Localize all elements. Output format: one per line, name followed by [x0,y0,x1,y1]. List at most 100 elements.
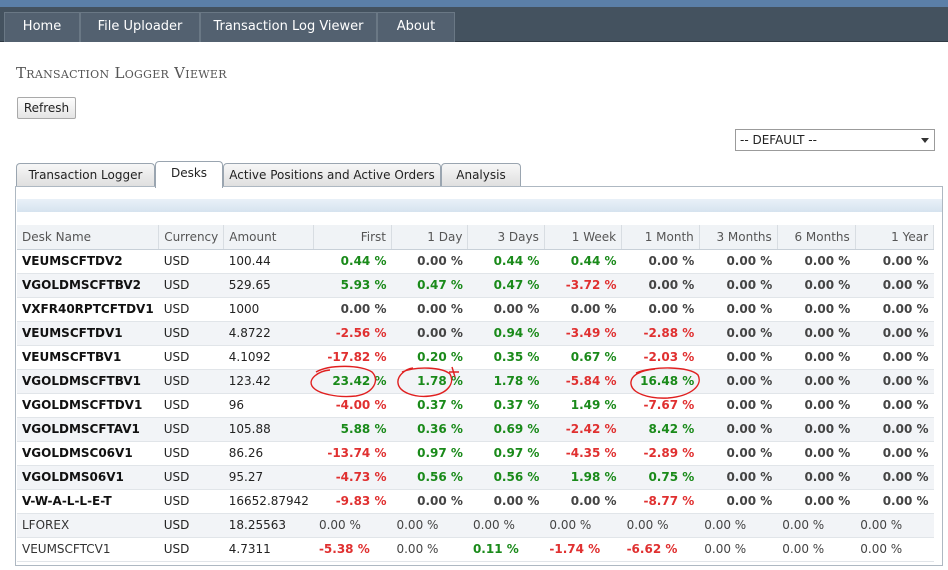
amount-cell: 86.26 [223,441,314,466]
percent-cell: 0.00 % [699,297,778,322]
main-nav: Home File Uploader Transaction Log Viewe… [0,7,948,42]
amount-cell: 18.25563 [223,513,314,538]
percent-cell: 23.42 % [313,369,392,394]
desks-table: Desk Name Currency Amount First 1 Day 3 … [17,225,935,562]
amount-cell: 96 [223,393,314,418]
col-header-1-year[interactable]: 1 Year [855,225,935,250]
col-header-currency[interactable]: Currency [158,225,225,250]
amount-cell: 529.65 [223,273,314,298]
percent-cell: 0.44 % [467,249,545,274]
percent-cell: 0.37 % [391,393,468,418]
percent-cell: 0.00 % [699,417,778,442]
currency-cell: USD [158,273,224,298]
percent-cell: -3.72 % [544,273,622,298]
tab-desks[interactable]: Desks [155,161,223,188]
currency-cell: USD [158,369,224,394]
table-row[interactable]: LFOREX USD 18.25563 0.00 % 0.00 % 0.00 % 0.00 … [17,513,934,538]
col-header-6-months[interactable]: 6 Months [777,225,856,250]
percent-cell: -2.89 % [621,441,700,466]
col-header-first[interactable]: First [313,225,392,250]
percent-cell: 0.00 % [467,513,545,538]
col-header-3-days[interactable]: 3 Days [467,225,545,250]
desk-name-cell: VXFR40RPTCFTDV1 [17,297,159,322]
percent-cell: 0.00 % [777,513,856,538]
percent-cell: 0.44 % [313,249,392,274]
nav-home[interactable]: Home [4,12,80,42]
percent-cell: 0.00 % [699,345,778,370]
amount-cell: 95.27 [223,465,314,490]
percent-cell: 0.00 % [699,249,778,274]
nav-transaction-log-viewer[interactable]: Transaction Log Viewer [200,12,377,42]
percent-cell: 0.00 % [313,513,392,538]
percent-cell: 0.00 % [467,489,545,514]
percent-cell: -1.74 % [544,537,622,562]
percent-cell: 0.47 % [467,273,545,298]
table-row[interactable]: VGOLDMSCFTBV2 USD 529.65 5.93 % 0.47 % 0.47 %… [17,273,934,298]
percent-cell: 0.00 % [777,297,856,322]
panel-header-band [17,199,942,212]
percent-cell: -2.03 % [621,345,700,370]
percent-cell: 0.00 % [391,249,468,274]
percent-cell: 0.00 % [855,393,934,418]
percent-cell: 0.00 % [855,441,934,466]
nav-about[interactable]: About [377,12,455,42]
table-row[interactable]: VGOLDMS06V1 USD 95.27 -4.73 % 0.56 % 0.56 % 1.… [17,465,934,490]
table-row[interactable]: VXFR40RPTCFTDV1 USD 1000 0.00 % 0.00 % 0.00 %… [17,297,934,322]
percent-cell: 0.00 % [855,273,934,298]
table-row[interactable]: VEUMSCFTCV1 USD 4.7311 -5.38 % 0.00 % 0.11 % -… [17,537,934,562]
desk-name-cell: VEUMSCFTDV1 [17,321,159,346]
desk-name-cell: LFOREX [17,513,159,538]
top-accent-strip [0,0,948,7]
refresh-button[interactable]: Refresh [17,97,76,119]
nav-file-uploader[interactable]: File Uploader [80,12,200,42]
percent-cell: 0.00 % [699,321,778,346]
table-row[interactable]: VGOLDMSCFTDV1 USD 96 -4.00 % 0.37 % 0.37 % 1.4… [17,393,934,418]
table-row[interactable]: VEUMSCFTDV2 USD 100.44 0.44 % 0.00 % 0.44 % 0.… [17,249,934,274]
percent-cell: 0.56 % [467,465,545,490]
table-row[interactable]: VGOLDMSCFTAV1 USD 105.88 5.88 % 0.36 % 0.69 %… [17,417,934,442]
table-body: VEUMSCFTDV2 USD 100.44 0.44 % 0.00 % 0.44 % 0.… [17,249,934,562]
percent-cell: 0.00 % [777,369,856,394]
tab-analysis[interactable]: Analysis [441,163,521,187]
col-header-3-months[interactable]: 3 Months [699,225,778,250]
amount-cell: 4.7311 [223,537,314,562]
percent-cell: 0.00 % [621,249,700,274]
col-header-1-week[interactable]: 1 Week [544,225,623,250]
table-row[interactable]: VEUMSCFTBV1 USD 4.1092 -17.82 % 0.20 % 0.35 %… [17,345,934,370]
tab-active-positions[interactable]: Active Positions and Active Orders [223,163,441,187]
percent-cell: -9.83 % [313,489,392,514]
col-header-1-day[interactable]: 1 Day [391,225,469,250]
amount-cell: 4.8722 [223,321,314,346]
table-row[interactable]: VEUMSCFTDV1 USD 4.8722 -2.56 % 0.00 % 0.94 % -… [17,321,934,346]
currency-cell: USD [158,513,224,538]
percent-cell: 0.20 % [391,345,468,370]
col-header-amount[interactable]: Amount [223,225,315,250]
percent-cell: 1.78 % [467,369,545,394]
percent-cell: 0.47 % [391,273,468,298]
col-header-1-month[interactable]: 1 Month [621,225,700,250]
percent-cell: 1.78 % [391,369,468,394]
percent-cell: 0.00 % [391,321,468,346]
profile-select[interactable]: -- DEFAULT -- [735,129,935,151]
page-title: Transaction Logger Viewer [16,64,227,82]
percent-cell: 0.00 % [621,273,700,298]
desk-name-cell: V-W-A-L-L-E-T [17,489,159,514]
table-row[interactable]: VGOLDMSCFTBV1 USD 123.42 23.42 % 1.78 % 1.78 … [17,369,934,394]
percent-cell: 0.00 % [777,537,856,562]
percent-cell: 0.35 % [467,345,545,370]
currency-cell: USD [158,393,224,418]
percent-cell: 0.69 % [467,417,545,442]
percent-cell: 0.00 % [777,321,856,346]
col-header-desk-name[interactable]: Desk Name [17,225,160,250]
percent-cell: 0.00 % [621,513,700,538]
tab-transaction-logger[interactable]: Transaction Logger [16,163,155,187]
percent-cell: -2.42 % [544,417,622,442]
percent-cell: -4.35 % [544,441,622,466]
amount-cell: 105.88 [223,417,314,442]
percent-cell: 0.00 % [855,249,934,274]
desk-name-cell: VGOLDMSCFTBV2 [17,273,159,298]
percent-cell: 0.00 % [855,513,934,538]
table-row[interactable]: V-W-A-L-L-E-T USD 16652.87942 -9.83 % 0.00 %… [17,489,934,514]
table-row[interactable]: VGOLDMSC06V1 USD 86.26 -13.74 % 0.97 % 0.97 %… [17,441,934,466]
desk-name-cell: VEUMSCFTCV1 [17,537,159,562]
